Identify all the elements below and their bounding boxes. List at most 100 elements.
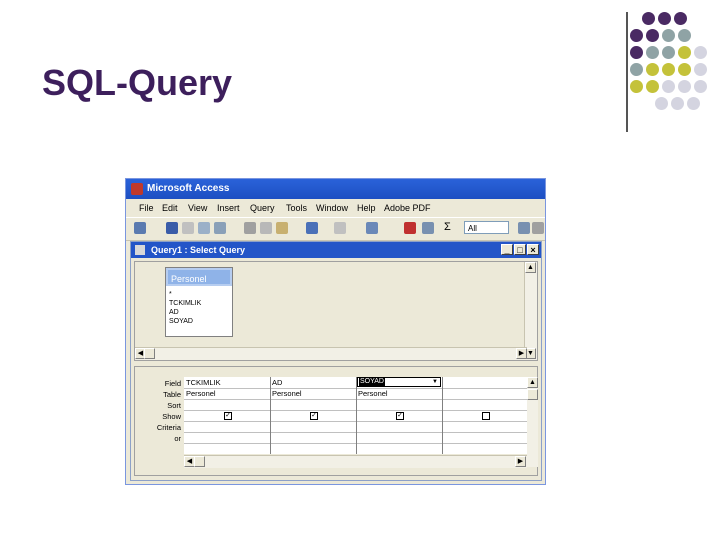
query-title: Query1 : Select Query <box>151 245 246 255</box>
menu-insert[interactable]: Insert <box>217 203 240 213</box>
row-label: Table <box>163 390 181 399</box>
row-label: Criteria <box>156 423 181 432</box>
save-icon[interactable] <box>166 222 178 234</box>
design-grid: Field Table Sort Show Criteria or TCKIML… <box>134 366 538 476</box>
query-window: Query1 : Select Query _ □ × Personel * T… <box>130 241 542 481</box>
decorative-dot <box>630 63 643 76</box>
paste-icon[interactable] <box>276 222 288 234</box>
scroll-thumb[interactable] <box>144 348 155 359</box>
field-list: * TCKIMLIK AD SOYAD <box>169 290 201 326</box>
view-icon[interactable] <box>134 222 146 234</box>
decorative-dot <box>630 80 643 93</box>
divider-line <box>626 12 628 132</box>
copy-icon[interactable] <box>260 222 272 234</box>
grid-row-labels: Field Table Sort Show Criteria or <box>135 378 181 444</box>
menu-edit[interactable]: Edit <box>162 203 178 213</box>
field-cell-selected[interactable]: SOYAD <box>359 378 385 386</box>
run-icon[interactable] <box>404 222 416 234</box>
menu-query[interactable]: Query <box>250 203 275 213</box>
decorative-dot <box>662 63 675 76</box>
grid-cells: TCKIMLIK Personel ✓ AD Personel ✓ SOYAD … <box>184 377 527 454</box>
table-pane-hscroll[interactable]: ◀ ▶ <box>135 347 527 360</box>
grid-col-line <box>270 377 271 454</box>
decorative-dot <box>678 29 691 42</box>
totals-icon[interactable]: Σ <box>444 221 451 233</box>
build-icon[interactable] <box>532 222 544 234</box>
show-table-icon[interactable] <box>422 222 434 234</box>
redo-icon[interactable] <box>334 222 346 234</box>
decorative-dot <box>694 63 707 76</box>
table-cell[interactable]: Personel <box>272 388 302 399</box>
undo-icon[interactable] <box>306 222 318 234</box>
menu-bar: File Edit View Insert Query Tools Window… <box>126 200 545 216</box>
decorative-dot <box>658 12 671 25</box>
decorative-dot <box>671 97 684 110</box>
menu-help[interactable]: Help <box>357 203 376 213</box>
close-button[interactable]: × <box>527 244 539 255</box>
table-field-list[interactable]: Personel * TCKIMLIK AD SOYAD <box>165 267 233 337</box>
toolbar: Σ All <box>126 217 545 241</box>
field-cell[interactable]: TCKIMLIK <box>186 377 221 388</box>
scroll-right-icon[interactable]: ▶ <box>515 456 526 467</box>
decorative-dot <box>694 80 707 93</box>
show-checkbox[interactable]: ✓ <box>396 412 404 420</box>
maximize-button[interactable]: □ <box>514 244 526 255</box>
table-name[interactable]: Personel <box>166 268 232 286</box>
scroll-right-icon[interactable]: ▶ <box>516 348 527 359</box>
field-combo[interactable]: SOYAD ▼ <box>357 377 441 387</box>
field-list-item[interactable]: * <box>169 290 201 299</box>
decorative-dot <box>678 80 691 93</box>
decorative-dot <box>642 12 655 25</box>
show-checkbox[interactable]: ✓ <box>224 412 232 420</box>
print-icon[interactable] <box>182 222 194 234</box>
query-type-icon[interactable] <box>366 222 378 234</box>
query-icon <box>135 245 145 255</box>
decorative-dot <box>646 80 659 93</box>
table-cell[interactable]: Personel <box>358 388 388 399</box>
scroll-up-icon[interactable]: ▲ <box>527 377 538 388</box>
scroll-thumb[interactable] <box>527 389 538 400</box>
decorative-dot <box>678 63 691 76</box>
top-values-combo[interactable]: All <box>464 221 509 234</box>
minimize-button[interactable]: _ <box>501 244 513 255</box>
menu-file[interactable]: File <box>139 203 154 213</box>
table-pane: Personel * TCKIMLIK AD SOYAD ▲ ▼ ◀ ▶ <box>134 261 538 361</box>
decorative-dot <box>646 46 659 59</box>
field-list-item[interactable]: TCKIMLIK <box>169 299 201 308</box>
decorative-dot <box>694 46 707 59</box>
menu-view[interactable]: View <box>188 203 207 213</box>
slide-title: SQL-Query <box>42 62 233 103</box>
decorative-dot <box>662 46 675 59</box>
show-checkbox[interactable] <box>482 412 490 420</box>
decorative-dot <box>662 29 675 42</box>
row-label: Sort <box>167 401 181 410</box>
decorative-dot <box>646 63 659 76</box>
properties-icon[interactable] <box>518 222 530 234</box>
row-label: Field <box>164 379 181 388</box>
decorative-dot <box>630 29 643 42</box>
decorative-dot <box>662 80 675 93</box>
scroll-thumb[interactable] <box>194 456 205 467</box>
show-checkbox[interactable]: ✓ <box>310 412 318 420</box>
field-dropdown[interactable]: SOYAD ▼ <box>357 377 442 388</box>
field-cell[interactable]: AD <box>272 377 282 388</box>
menu-adobe-pdf[interactable]: Adobe PDF <box>384 203 431 213</box>
decorative-dot <box>646 29 659 42</box>
table-pane-vscroll[interactable]: ▲ ▼ <box>524 262 537 360</box>
cut-icon[interactable] <box>244 222 256 234</box>
spelling-icon[interactable] <box>214 222 226 234</box>
menu-window[interactable]: Window <box>316 203 348 213</box>
grid-vscroll[interactable]: ▲ <box>527 377 538 467</box>
field-list-item[interactable]: SOYAD <box>169 317 201 326</box>
table-cell[interactable]: Personel <box>186 388 216 399</box>
grid-hscroll[interactable]: ◀ ▶ <box>184 455 527 468</box>
dropdown-arrow-icon[interactable]: ▼ <box>432 378 438 386</box>
decorative-dot <box>630 46 643 59</box>
preview-icon[interactable] <box>198 222 210 234</box>
field-list-item[interactable]: AD <box>169 308 201 317</box>
app-title: Microsoft Access <box>147 183 230 194</box>
decorative-dot <box>674 12 687 25</box>
scroll-up-icon[interactable]: ▲ <box>525 262 536 273</box>
decorative-dot <box>678 46 691 59</box>
menu-tools[interactable]: Tools <box>286 203 307 213</box>
